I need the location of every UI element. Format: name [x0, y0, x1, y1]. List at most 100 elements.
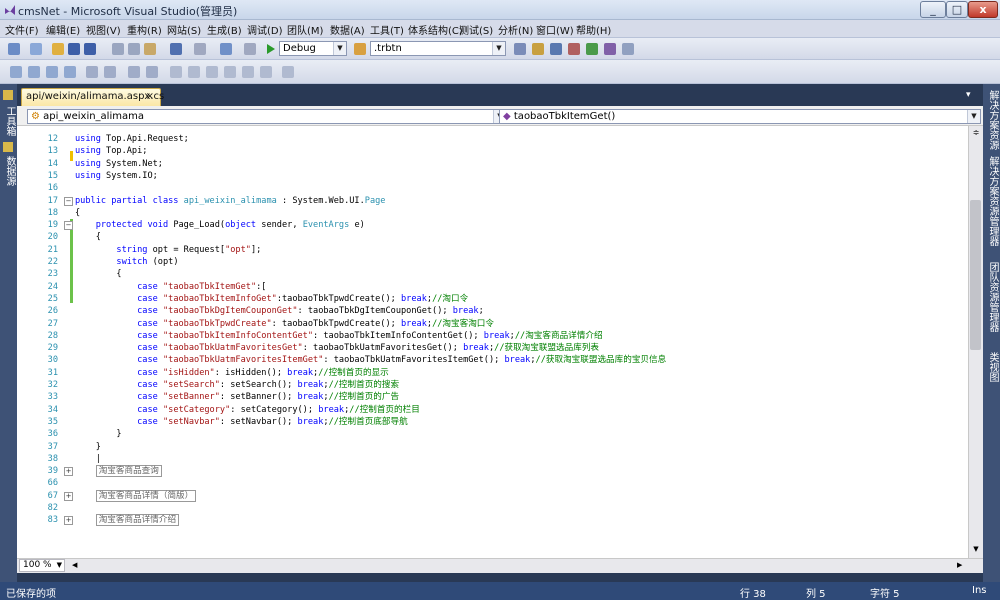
- maximize-button[interactable]: □: [946, 1, 968, 18]
- previous-bookmark-folder-icon[interactable]: [224, 66, 236, 78]
- solution-explorer-icon[interactable]: [514, 43, 526, 55]
- code-line[interactable]: case "taobaoTbkUatmFavoritesItemGet": ta…: [75, 354, 666, 366]
- scroll-down-icon[interactable]: ▼: [971, 544, 981, 554]
- copy-icon[interactable]: [128, 43, 140, 55]
- expand-region-icon[interactable]: +: [64, 467, 73, 477]
- code-line[interactable]: string opt = Request["opt"];: [75, 244, 261, 256]
- close-button[interactable]: x: [968, 1, 998, 18]
- menu-edit[interactable]: 编辑(E): [46, 22, 80, 37]
- start-debugging-icon[interactable]: [266, 43, 276, 55]
- properties-icon[interactable]: [532, 43, 544, 55]
- pin-icon[interactable]: [3, 90, 13, 100]
- paste-icon[interactable]: [144, 43, 156, 55]
- solution-explorer-short-tab[interactable]: 解决方案资源: [985, 90, 1000, 150]
- code-line[interactable]: 淘宝客商品详情介绍: [75, 514, 180, 527]
- find-combo[interactable]: .trbtn ▼: [370, 41, 506, 56]
- solution-configuration-select[interactable]: Debug ▼: [279, 41, 347, 56]
- menu-analyze[interactable]: 分析(N): [498, 22, 533, 37]
- toolbox-icon[interactable]: [568, 43, 580, 55]
- vertical-scroll-thumb[interactable]: [970, 200, 981, 350]
- expand-region-icon[interactable]: +: [64, 491, 73, 501]
- code-line[interactable]: }: [75, 441, 101, 453]
- scroll-left-icon[interactable]: ◀: [72, 561, 77, 569]
- code-line[interactable]: {: [75, 231, 101, 243]
- data-sources-tab[interactable]: 数据源: [2, 156, 17, 186]
- code-line[interactable]: |: [75, 453, 101, 465]
- display-object-member-list-icon[interactable]: [10, 66, 22, 78]
- undo-icon[interactable]: [170, 43, 182, 55]
- code-line[interactable]: {: [75, 268, 121, 280]
- type-select[interactable]: ⚙ api_weixin_alimama ▼: [27, 109, 507, 124]
- menu-tools[interactable]: 工具(T): [370, 22, 404, 37]
- object-browser-icon[interactable]: [550, 43, 562, 55]
- menu-data[interactable]: 数据(A): [330, 22, 365, 37]
- menu-window[interactable]: 窗口(W): [536, 22, 574, 37]
- menu-help[interactable]: 帮助(H): [576, 22, 611, 37]
- expand-region-icon[interactable]: +: [64, 516, 73, 526]
- word-completion-icon[interactable]: [64, 66, 76, 78]
- new-project-icon[interactable]: [8, 43, 20, 55]
- code-line[interactable]: case "taobaoTbkTpwdCreate": taobaoTbkTpw…: [75, 318, 494, 330]
- code-line[interactable]: using Top.Api.Request;: [75, 133, 189, 145]
- window-icon[interactable]: [622, 43, 634, 55]
- cut-icon[interactable]: [112, 43, 124, 55]
- code-line[interactable]: }: [75, 428, 121, 440]
- menu-debug[interactable]: 调试(D): [247, 22, 283, 37]
- code-line[interactable]: case "setSearch": setSearch(); break;//控…: [75, 379, 399, 391]
- menu-website[interactable]: 网站(S): [167, 22, 201, 37]
- menu-build[interactable]: 生成(B): [207, 22, 242, 37]
- code-line[interactable]: using Top.Api;: [75, 145, 147, 157]
- next-bookmark-icon[interactable]: [206, 66, 218, 78]
- code-editor[interactable]: 12 using Top.Api.Request; 13 using Top.Api;…: [17, 126, 968, 558]
- split-icon[interactable]: ≑: [971, 128, 981, 138]
- code-line[interactable]: case "taobaoTbkDgItemCouponGet": taobaoT…: [75, 305, 484, 317]
- code-line[interactable]: case "setNavbar": setNavbar(); break;//控…: [75, 416, 408, 428]
- scroll-right-icon[interactable]: ▶: [957, 561, 962, 569]
- code-line[interactable]: using System.Net;: [75, 158, 163, 170]
- menu-test[interactable]: 测试(S): [459, 22, 493, 37]
- member-select[interactable]: ◆ taobaoTbkItemGet() ▼: [499, 109, 981, 124]
- code-line[interactable]: case "isHidden": isHidden(); break;//控制首…: [75, 367, 389, 379]
- menu-view[interactable]: 视图(V): [86, 22, 121, 37]
- redo-icon[interactable]: [194, 43, 206, 55]
- toolbox-tab[interactable]: 工具箱: [2, 106, 17, 136]
- previous-bookmark-icon[interactable]: [188, 66, 200, 78]
- code-line[interactable]: protected void Page_Load(object sender, …: [75, 219, 365, 231]
- horizontal-scrollbar[interactable]: [17, 558, 983, 573]
- toolbar-options-icon[interactable]: [282, 66, 294, 78]
- code-line[interactable]: case "taobaoTbkItemGet":[: [75, 281, 266, 293]
- navigate-forward-icon[interactable]: [244, 43, 256, 55]
- increase-indent-icon[interactable]: [104, 66, 116, 78]
- close-tab-icon[interactable]: ×: [146, 89, 154, 105]
- start-page-icon[interactable]: [586, 43, 598, 55]
- extension-manager-icon[interactable]: [604, 43, 616, 55]
- collapse-region-icon[interactable]: −: [64, 221, 73, 231]
- find-in-files-icon[interactable]: [354, 43, 366, 55]
- save-icon[interactable]: [68, 43, 80, 55]
- minimize-button[interactable]: _: [920, 1, 946, 18]
- navigate-backward-icon[interactable]: [220, 43, 232, 55]
- comment-out-icon[interactable]: [128, 66, 140, 78]
- code-line[interactable]: using System.IO;: [75, 170, 158, 182]
- code-line[interactable]: case "setBanner": setBanner(); break;//控…: [75, 391, 399, 403]
- menu-architecture[interactable]: 体系结构(C): [408, 22, 463, 37]
- team-explorer-tab[interactable]: 团队资源管理器: [985, 262, 1000, 332]
- code-line[interactable]: case "taobaoTbkItemInfoGet":taobaoTbkTpw…: [75, 293, 468, 305]
- decrease-indent-icon[interactable]: [86, 66, 98, 78]
- code-line[interactable]: {: [75, 207, 80, 219]
- solution-explorer-tab[interactable]: 解决方案资源管理器: [985, 156, 1000, 246]
- add-item-icon[interactable]: [30, 43, 42, 55]
- quick-info-icon[interactable]: [46, 66, 58, 78]
- code-line[interactable]: 淘宝客商品查询: [75, 465, 162, 478]
- uncomment-icon[interactable]: [146, 66, 158, 78]
- next-bookmark-folder-icon[interactable]: [242, 66, 254, 78]
- menu-file[interactable]: 文件(F): [5, 22, 39, 37]
- open-file-icon[interactable]: [52, 43, 64, 55]
- tab-dropdown-icon[interactable]: ▾: [966, 90, 978, 102]
- parameter-info-icon[interactable]: [28, 66, 40, 78]
- save-all-icon[interactable]: [84, 43, 96, 55]
- toggle-bookmark-icon[interactable]: [170, 66, 182, 78]
- code-line[interactable]: switch (opt): [75, 256, 178, 268]
- menu-team[interactable]: 团队(M): [287, 22, 323, 37]
- code-line[interactable]: case "setCategory": setCategory(); break…: [75, 404, 420, 416]
